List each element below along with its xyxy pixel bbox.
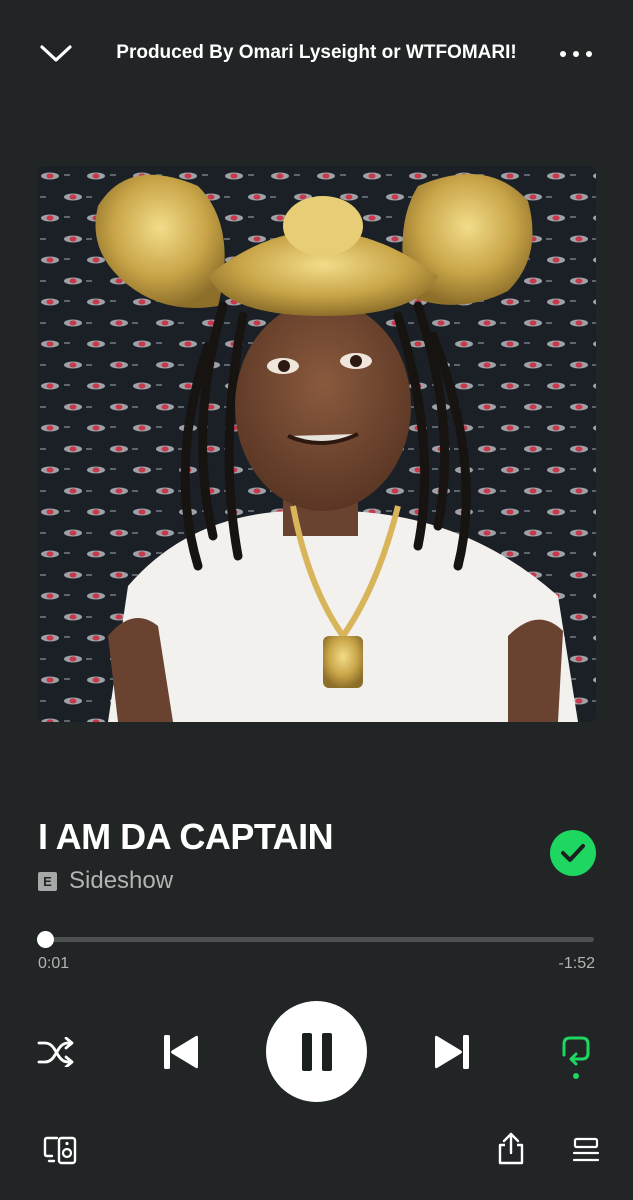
more-horizontal-icon — [560, 51, 592, 57]
collapse-button[interactable] — [32, 30, 80, 78]
track-title[interactable]: I AM DA CAPTAIN — [38, 814, 334, 860]
repeat-icon — [562, 1036, 590, 1066]
next-button[interactable] — [431, 1030, 475, 1074]
repeat-button[interactable] — [553, 1028, 599, 1074]
repeat-active-dot — [573, 1073, 579, 1079]
shuffle-button[interactable] — [32, 1028, 80, 1076]
share-button[interactable] — [494, 1130, 528, 1168]
share-icon — [498, 1132, 524, 1165]
context-title[interactable]: Produced By Omari Lyseight or WTFOMARI! — [100, 40, 533, 66]
pause-icon — [301, 1032, 332, 1071]
remaining-time: -1:52 — [558, 955, 595, 972]
queue-button[interactable] — [570, 1134, 602, 1166]
previous-button[interactable] — [158, 1030, 202, 1074]
shuffle-icon — [37, 1037, 74, 1067]
artwork-image — [38, 166, 596, 722]
elapsed-time: 0:01 — [38, 955, 70, 972]
pause-button[interactable] — [266, 1001, 367, 1102]
explicit-badge: E — [38, 872, 57, 891]
more-options-button[interactable] — [552, 30, 600, 78]
liked-button[interactable] — [550, 830, 596, 876]
progress-knob[interactable] — [36, 931, 54, 948]
connect-device-icon — [43, 1136, 77, 1165]
album-artwork — [38, 166, 596, 722]
check-icon — [561, 844, 585, 862]
progress-bar[interactable] — [36, 931, 594, 948]
artist-name[interactable]: Sideshow — [69, 865, 173, 897]
connect-device-button[interactable] — [40, 1133, 80, 1167]
skip-previous-icon — [164, 1035, 198, 1069]
queue-icon — [572, 1137, 600, 1162]
chevron-down-icon — [40, 45, 72, 62]
skip-next-icon — [435, 1035, 469, 1069]
